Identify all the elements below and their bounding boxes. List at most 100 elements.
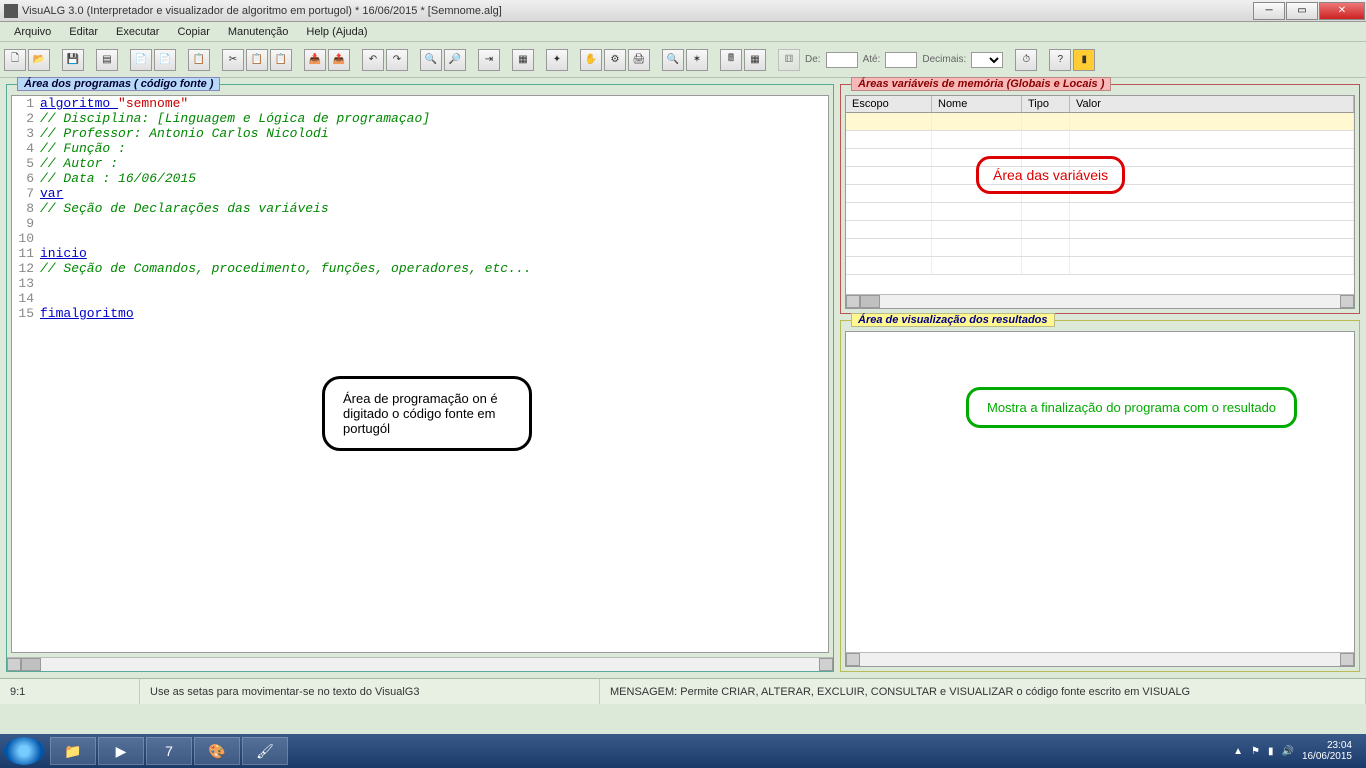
task-paint-icon[interactable]: 🖌 xyxy=(242,737,288,765)
tool3-icon[interactable]: ✶ xyxy=(686,49,708,71)
grid-icon[interactable]: ▦ xyxy=(744,49,766,71)
scroll-right-icon[interactable] xyxy=(819,658,833,671)
line-content[interactable] xyxy=(40,276,828,291)
scroll-right-icon[interactable] xyxy=(1340,295,1354,308)
line-content[interactable] xyxy=(40,291,828,306)
code-line[interactable]: 4// Função : xyxy=(12,141,828,156)
line-content[interactable] xyxy=(40,231,828,246)
results-hscroll[interactable] xyxy=(846,652,1354,666)
save-icon[interactable]: 💾 xyxy=(62,49,84,71)
table-row[interactable] xyxy=(846,203,1354,221)
vars-hscroll[interactable] xyxy=(846,294,1354,308)
doc1-icon[interactable]: 📄 xyxy=(130,49,152,71)
scroll-thumb[interactable] xyxy=(21,658,41,671)
tray-up-icon[interactable]: ▲ xyxy=(1233,746,1243,757)
code-line[interactable]: 14 xyxy=(12,291,828,306)
print-icon[interactable]: 🖨 xyxy=(628,49,650,71)
tray-clock[interactable]: 23:04 16/06/2015 xyxy=(1302,740,1352,762)
code-line[interactable]: 2// Disciplina: [Linguagem e Lógica de p… xyxy=(12,111,828,126)
tray-flag-icon[interactable]: ⚑ xyxy=(1251,746,1260,757)
undo-icon[interactable]: ↶ xyxy=(362,49,384,71)
code-editor[interactable]: 1algoritmo "semnome"2// Disciplina: [Lin… xyxy=(11,95,829,653)
timer-icon[interactable]: ⏱ xyxy=(1015,49,1037,71)
vars-grid[interactable]: Escopo Nome Tipo Valor Área das variávei… xyxy=(845,95,1355,309)
system-tray[interactable]: ▲ ⚑ ▮ 🔊 23:04 16/06/2015 xyxy=(1233,740,1362,762)
code-hscroll[interactable] xyxy=(7,657,833,671)
input-de[interactable] xyxy=(826,52,858,68)
hand-icon[interactable]: ✋ xyxy=(580,49,602,71)
minimize-button[interactable]: ─ xyxy=(1253,2,1285,20)
menu-executar[interactable]: Executar xyxy=(108,24,167,40)
menu-editar[interactable]: Editar xyxy=(61,24,106,40)
calc-icon[interactable]: 🖩 xyxy=(720,49,742,71)
scroll-thumb[interactable] xyxy=(860,295,880,308)
code-line[interactable]: 6// Data : 16/06/2015 xyxy=(12,171,828,186)
select-decimais[interactable] xyxy=(971,52,1003,68)
indent-icon[interactable]: ⇥ xyxy=(478,49,500,71)
line-content[interactable]: // Seção de Comandos, procedimento, funç… xyxy=(40,261,828,276)
fold-icon[interactable]: 📥 xyxy=(304,49,326,71)
copy-icon[interactable]: 📋 xyxy=(246,49,268,71)
table-row[interactable] xyxy=(846,257,1354,275)
menu-copiar[interactable]: Copiar xyxy=(169,24,217,40)
code-line[interactable]: 7var xyxy=(12,186,828,201)
line-content[interactable]: fimalgoritmo xyxy=(40,306,828,321)
menu-manutencao[interactable]: Manutenção xyxy=(220,24,297,40)
open-icon[interactable]: 📂 xyxy=(28,49,50,71)
line-content[interactable]: // Função : xyxy=(40,141,828,156)
input-ate[interactable] xyxy=(885,52,917,68)
format-icon[interactable]: ▦ xyxy=(512,49,534,71)
line-content[interactable]: // Data : 16/06/2015 xyxy=(40,171,828,186)
line-content[interactable]: // Disciplina: [Linguagem e Lógica de pr… xyxy=(40,111,828,126)
tray-vol-icon[interactable]: 🔊 xyxy=(1281,746,1293,757)
line-content[interactable] xyxy=(40,216,828,231)
doc2-icon[interactable]: 📄 xyxy=(154,49,176,71)
task-explorer-icon[interactable]: 📁 xyxy=(50,737,96,765)
code-line[interactable]: 3// Professor: Antonio Carlos Nicolodi xyxy=(12,126,828,141)
tray-net-icon[interactable]: ▮ xyxy=(1268,746,1274,757)
code-line[interactable]: 5// Autor : xyxy=(12,156,828,171)
find-icon[interactable]: 🔍 xyxy=(420,49,442,71)
col-escopo[interactable]: Escopo xyxy=(846,96,932,112)
maximize-button[interactable]: ▭ xyxy=(1286,2,1318,20)
scroll-right-icon[interactable] xyxy=(1340,653,1354,666)
code-line[interactable]: 10 xyxy=(12,231,828,246)
task-app2-icon[interactable]: 🎨 xyxy=(194,737,240,765)
scroll-left-icon[interactable] xyxy=(846,653,860,666)
new-icon[interactable]: 🗋 xyxy=(4,49,26,71)
task-media-icon[interactable]: ▶ xyxy=(98,737,144,765)
table-row[interactable] xyxy=(846,131,1354,149)
zoom-icon[interactable]: 🔍 xyxy=(662,49,684,71)
code-line[interactable]: 15fimalgoritmo xyxy=(12,306,828,321)
start-button[interactable] xyxy=(4,737,44,765)
scroll-left-icon[interactable] xyxy=(7,658,21,671)
doc3-icon[interactable]: 📋 xyxy=(188,49,210,71)
table-row[interactable] xyxy=(846,221,1354,239)
table-row[interactable] xyxy=(846,239,1354,257)
code-line[interactable]: 9 xyxy=(12,216,828,231)
col-nome[interactable]: Nome xyxy=(932,96,1022,112)
code-line[interactable]: 1algoritmo "semnome" xyxy=(12,96,828,111)
menu-help[interactable]: Help (Ajuda) xyxy=(298,24,375,40)
results-output[interactable]: Mostra a finalização do programa com o r… xyxy=(845,331,1355,667)
table-row[interactable] xyxy=(846,113,1354,131)
code-line[interactable]: 12// Seção de Comandos, procedimento, fu… xyxy=(12,261,828,276)
star-icon[interactable]: ✦ xyxy=(546,49,568,71)
page-icon[interactable]: ▤ xyxy=(96,49,118,71)
line-content[interactable]: var xyxy=(40,186,828,201)
line-content[interactable]: // Autor : xyxy=(40,156,828,171)
menu-arquivo[interactable]: Arquivo xyxy=(6,24,59,40)
help-icon[interactable]: ? xyxy=(1049,49,1071,71)
exit-icon[interactable]: ▮ xyxy=(1073,49,1095,71)
line-content[interactable]: inicio xyxy=(40,246,828,261)
cut-icon[interactable]: ✂ xyxy=(222,49,244,71)
find-next-icon[interactable]: 🔎 xyxy=(444,49,466,71)
close-button[interactable]: ✕ xyxy=(1319,2,1365,20)
paste-icon[interactable]: 📋 xyxy=(270,49,292,71)
scroll-left-icon[interactable] xyxy=(846,295,860,308)
line-content[interactable]: // Professor: Antonio Carlos Nicolodi xyxy=(40,126,828,141)
line-content[interactable]: algoritmo "semnome" xyxy=(40,96,828,111)
tool1-icon[interactable]: ⚙ xyxy=(604,49,626,71)
unfold-icon[interactable]: 📤 xyxy=(328,49,350,71)
task-app1-icon[interactable]: 7 xyxy=(146,737,192,765)
